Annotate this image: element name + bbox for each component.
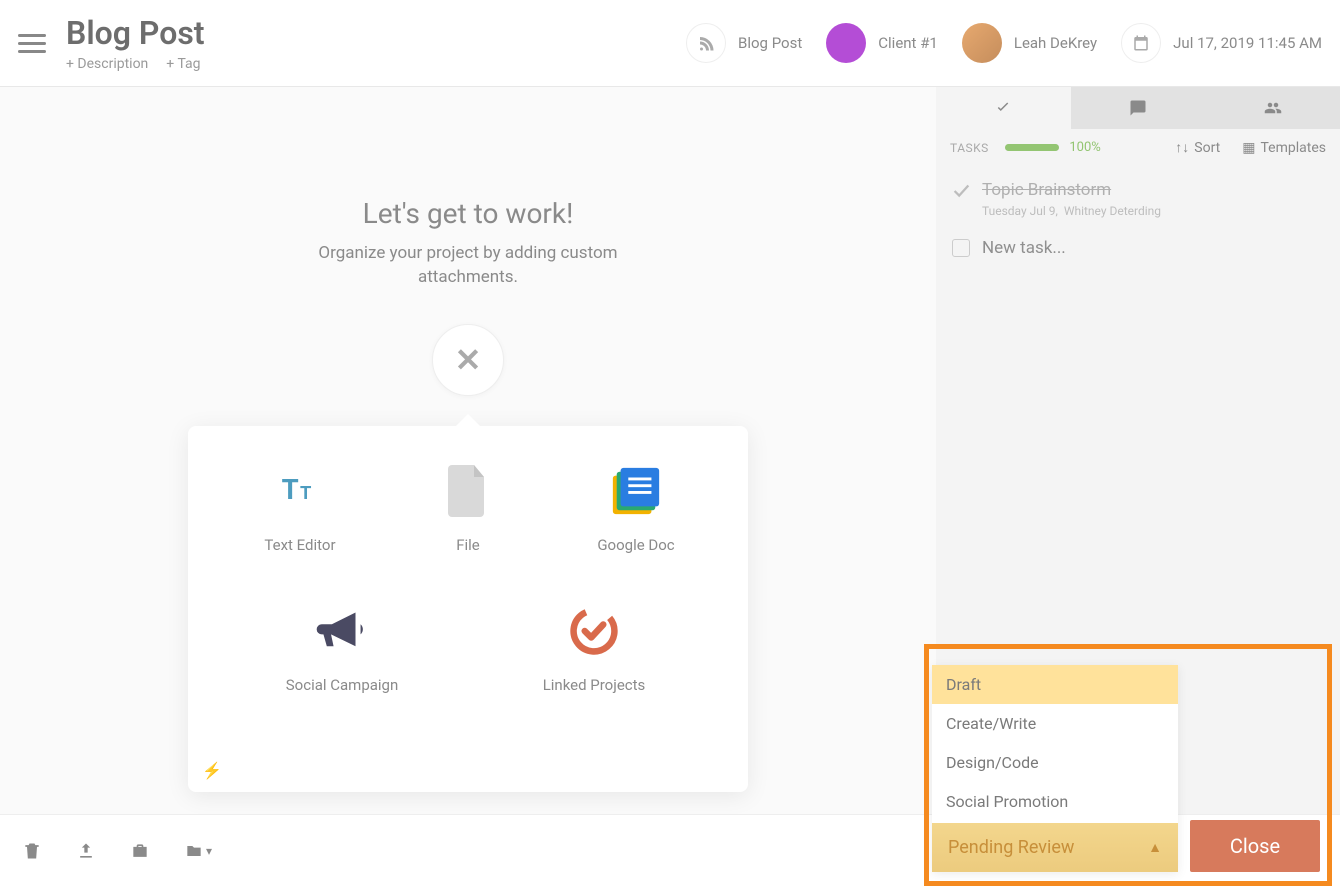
tab-followers[interactable] bbox=[1205, 87, 1340, 129]
svg-text:T: T bbox=[282, 472, 299, 505]
chevron-down-icon: ▾ bbox=[206, 844, 212, 858]
chip-client-label: Client #1 bbox=[878, 34, 938, 52]
share-button[interactable] bbox=[76, 841, 96, 861]
close-button[interactable]: Close bbox=[1190, 820, 1320, 872]
tasks-pct: 100% bbox=[1069, 140, 1100, 155]
page-title: Blog Post bbox=[66, 14, 205, 52]
status-option[interactable]: Design/Code bbox=[932, 743, 1178, 782]
attachment-label: Social Campaign bbox=[286, 676, 399, 694]
tab-tasks[interactable] bbox=[936, 87, 1071, 129]
google-doc-icon bbox=[609, 464, 663, 518]
new-task-checkbox-icon[interactable] bbox=[952, 239, 970, 257]
check-icon bbox=[994, 99, 1012, 117]
chip-client[interactable]: Client #1 bbox=[826, 23, 938, 63]
attachment-social-campaign[interactable]: Social Campaign bbox=[277, 604, 407, 694]
comment-icon bbox=[1129, 99, 1147, 117]
close-button-label: Close bbox=[1230, 834, 1280, 858]
task-check-done-icon[interactable] bbox=[950, 180, 972, 202]
linked-projects-icon bbox=[567, 604, 621, 658]
client-color-icon bbox=[826, 23, 866, 63]
task-title: Topic Brainstorm bbox=[982, 180, 1161, 200]
status-option[interactable]: Social Promotion bbox=[932, 782, 1178, 821]
header: Blog Post + Description + Tag Blog Post … bbox=[0, 0, 1340, 87]
attachment-label: File bbox=[456, 536, 480, 554]
task-meta: Tuesday Jul 9, Whitney Deterding bbox=[982, 204, 1161, 218]
avatar bbox=[962, 23, 1002, 63]
people-icon bbox=[1264, 99, 1282, 117]
templates-icon: ▦ bbox=[1242, 140, 1255, 156]
attachment-google-doc[interactable]: Google Doc bbox=[571, 464, 701, 554]
chevron-up-icon: ▲ bbox=[1148, 839, 1162, 856]
workspace-subtitle: Organize your project by adding custom a… bbox=[318, 242, 618, 290]
rss-icon bbox=[686, 23, 726, 63]
chip-content-type-label: Blog Post bbox=[738, 34, 802, 52]
sort-label: Sort bbox=[1194, 140, 1220, 156]
text-editor-icon: TT bbox=[273, 464, 327, 518]
bolt-icon: ⚡ bbox=[202, 761, 222, 780]
calendar-icon bbox=[1121, 23, 1161, 63]
tasks-progress bbox=[1005, 144, 1060, 151]
attachment-label: Linked Projects bbox=[543, 676, 646, 694]
menu-icon[interactable] bbox=[18, 29, 46, 58]
workspace-title: Let's get to work! bbox=[363, 197, 574, 230]
attachment-label: Text Editor bbox=[264, 536, 335, 554]
attachment-file[interactable]: File bbox=[403, 464, 533, 554]
megaphone-icon bbox=[315, 604, 369, 658]
file-icon bbox=[441, 464, 495, 518]
status-dropdown-toggle[interactable]: Pending Review ▲ bbox=[932, 823, 1178, 872]
status-dropdown-list[interactable]: DraftCreate/WriteDesign/CodeSocial Promo… bbox=[932, 665, 1178, 823]
new-task-label: New task... bbox=[982, 238, 1066, 258]
chip-date-label: Jul 17, 2019 11:45 AM bbox=[1173, 34, 1322, 52]
templates-label: Templates bbox=[1261, 140, 1327, 156]
chip-date[interactable]: Jul 17, 2019 11:45 AM bbox=[1121, 23, 1322, 63]
title-block: Blog Post + Description + Tag bbox=[66, 14, 205, 72]
close-icon: ✕ bbox=[455, 341, 482, 379]
workspace: Let's get to work! Organize your project… bbox=[0, 87, 936, 814]
tab-comments[interactable] bbox=[1071, 87, 1206, 129]
sort-icon: ↑↓ bbox=[1175, 139, 1189, 156]
status-option[interactable]: Draft bbox=[932, 665, 1178, 704]
status-current-label: Pending Review bbox=[948, 837, 1074, 858]
svg-text:T: T bbox=[300, 482, 312, 503]
attachment-panel: TT Text Editor File bbox=[188, 426, 748, 792]
folder-button[interactable]: ▾ bbox=[184, 841, 212, 861]
add-tag-link[interactable]: + Tag bbox=[166, 56, 200, 72]
status-block: DraftCreate/WriteDesign/CodeSocial Promo… bbox=[932, 665, 1320, 872]
trash-button[interactable] bbox=[22, 841, 42, 861]
templates-button[interactable]: ▦ Templates bbox=[1242, 140, 1326, 156]
new-task-row[interactable]: New task... bbox=[948, 224, 1328, 272]
add-description-link[interactable]: + Description bbox=[66, 56, 148, 72]
attachment-text-editor[interactable]: TT Text Editor bbox=[235, 464, 365, 554]
chip-content-type[interactable]: Blog Post bbox=[686, 23, 802, 63]
sort-button[interactable]: ↑↓ Sort bbox=[1175, 139, 1220, 156]
task-row[interactable]: Topic Brainstorm Tuesday Jul 9, Whitney … bbox=[948, 174, 1328, 224]
close-attachments-button[interactable]: ✕ bbox=[432, 324, 504, 396]
attachment-linked-projects[interactable]: Linked Projects bbox=[529, 604, 659, 694]
briefcase-button[interactable] bbox=[130, 841, 150, 861]
chip-owner-label: Leah DeKrey bbox=[1014, 34, 1097, 52]
chip-owner[interactable]: Leah DeKrey bbox=[962, 23, 1097, 63]
attachment-label: Google Doc bbox=[597, 536, 674, 554]
tasks-label: TASKS bbox=[950, 141, 989, 155]
tasks-header: TASKS 100% ↑↓ Sort ▦ Templates bbox=[936, 129, 1340, 166]
status-option[interactable]: Create/Write bbox=[932, 704, 1178, 743]
